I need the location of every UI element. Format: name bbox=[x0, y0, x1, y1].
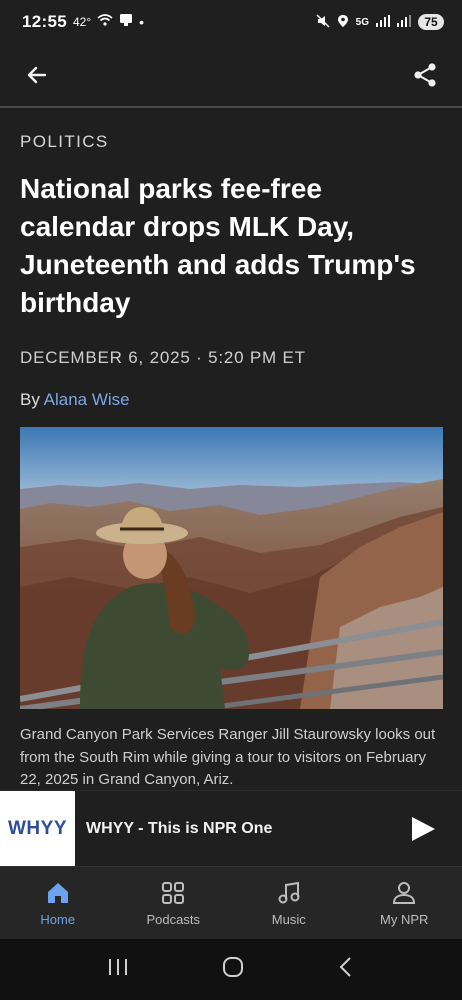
mute-icon bbox=[316, 13, 330, 31]
system-back-button[interactable] bbox=[336, 955, 356, 984]
home-icon bbox=[47, 883, 68, 903]
home-system-button[interactable] bbox=[221, 955, 245, 984]
share-icon bbox=[414, 63, 436, 87]
person-icon bbox=[393, 882, 416, 904]
status-time: 12:55 bbox=[22, 12, 67, 31]
status-bar: 12:55 42° • 5G 75 bbox=[0, 0, 462, 44]
station-logo: WHYY bbox=[0, 790, 75, 867]
recent-apps-icon bbox=[108, 959, 127, 975]
tab-music[interactable]: Music bbox=[231, 867, 347, 939]
image-caption: Grand Canyon Park Services Ranger Jill S… bbox=[20, 726, 436, 788]
dot-indicator-icon: • bbox=[139, 14, 145, 30]
section-label[interactable]: POLITICS bbox=[20, 132, 444, 152]
article-dateline: DECEMBER 6, 2025 · 5:20 PM ET bbox=[20, 348, 306, 367]
mini-player[interactable]: WHYY WHYY - This is NPR One bbox=[0, 790, 462, 867]
location-icon bbox=[337, 14, 349, 31]
tab-label: My NPR bbox=[380, 912, 429, 927]
signal-icon bbox=[376, 14, 390, 30]
signal-icon-secondary bbox=[397, 14, 411, 30]
wifi-icon bbox=[97, 13, 113, 31]
notification-icon bbox=[119, 13, 133, 32]
status-temperature: 42° bbox=[72, 15, 92, 29]
play-icon bbox=[412, 816, 435, 841]
recent-apps-button[interactable] bbox=[106, 957, 130, 982]
tab-label: Home bbox=[40, 912, 76, 927]
byline: By Alana Wise bbox=[20, 390, 444, 410]
play-button[interactable] bbox=[408, 814, 438, 844]
share-button[interactable] bbox=[410, 60, 440, 90]
player-title: WHYY - This is NPR One bbox=[86, 819, 273, 837]
chevron-left-icon bbox=[339, 957, 352, 977]
app-bar bbox=[0, 44, 462, 108]
tab-podcasts[interactable]: Podcasts bbox=[116, 867, 232, 939]
system-nav-bar bbox=[0, 939, 462, 1000]
circle-home-icon bbox=[222, 957, 243, 977]
tab-home[interactable]: Home bbox=[0, 867, 116, 939]
article-header: POLITICS National parks fee-free calenda… bbox=[20, 110, 444, 410]
battery-level: 75 bbox=[418, 14, 444, 30]
article-headline: National parks fee-free calendar drops M… bbox=[20, 173, 416, 318]
hero-image[interactable] bbox=[20, 427, 443, 709]
arrow-left-icon bbox=[27, 66, 47, 84]
music-note-icon bbox=[278, 881, 300, 904]
grid-icon bbox=[162, 882, 185, 904]
tab-label: Music bbox=[271, 912, 306, 927]
tab-label: Podcasts bbox=[146, 912, 200, 927]
tab-my-npr[interactable]: My NPR bbox=[347, 867, 462, 939]
byline-prefix: By bbox=[20, 390, 44, 409]
network-type: 5G bbox=[355, 16, 369, 28]
bottom-tab-bar: Home Podcasts Music My NPR bbox=[0, 866, 462, 939]
back-button[interactable] bbox=[22, 60, 52, 90]
author-link[interactable]: Alana Wise bbox=[44, 390, 130, 409]
